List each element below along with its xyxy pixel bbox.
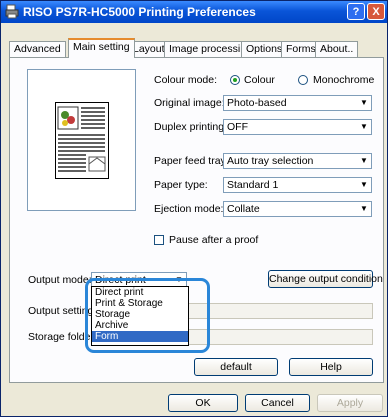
chevron-down-icon: ▼ <box>357 154 371 168</box>
ejection-mode-label: Ejection mode: <box>154 203 224 215</box>
original-image-select[interactable]: Photo-based ▼ <box>223 95 372 111</box>
colour-radio-label: Colour <box>244 74 275 86</box>
apply-button[interactable]: Apply <box>317 394 383 412</box>
monochrome-radio-label: Monochrome <box>313 74 375 86</box>
title-bar: RISO PS7R-HC5000 Printing Preferences ? … <box>1 1 387 23</box>
original-image-label: Original image: <box>154 97 225 109</box>
tab-advanced[interactable]: Advanced <box>9 41 66 57</box>
callout-highlight <box>85 278 210 353</box>
paper-type-select[interactable]: Standard 1 ▼ <box>223 177 372 193</box>
chevron-down-icon: ▼ <box>357 96 371 110</box>
output-setting-label: Output setting <box>28 305 94 317</box>
ok-button[interactable]: OK <box>168 394 238 412</box>
printing-preferences-window: RISO PS7R-HC5000 Printing Preferences ? … <box>0 0 388 417</box>
output-setting-field <box>187 303 373 319</box>
colour-radio[interactable] <box>230 75 240 85</box>
colour-mode-label: Colour mode: <box>154 74 218 86</box>
preview-page <box>55 102 109 179</box>
help-button[interactable]: Help <box>289 358 373 376</box>
default-button[interactable]: default <box>194 358 278 376</box>
ejection-mode-select[interactable]: Collate ▼ <box>223 201 372 217</box>
duplex-printing-select[interactable]: OFF ▼ <box>223 119 372 135</box>
paper-type-label: Paper type: <box>154 179 208 191</box>
cancel-button[interactable]: Cancel <box>245 394 310 412</box>
duplex-printing-label: Duplex printing: <box>154 121 227 133</box>
paper-feed-tray-label: Paper feed tray: <box>154 155 229 167</box>
preview-page-icon <box>57 106 106 172</box>
pause-after-proof-checkbox[interactable] <box>154 235 164 245</box>
chevron-down-icon: ▼ <box>357 178 371 192</box>
storage-folder-label: Storage folde <box>28 331 91 343</box>
pause-after-proof-label: Pause after a proof <box>169 234 259 246</box>
monochrome-radio[interactable] <box>298 75 308 85</box>
chevron-down-icon: ▼ <box>357 202 371 216</box>
window-title: RISO PS7R-HC5000 Printing Preferences <box>23 5 256 19</box>
change-output-condition-button[interactable]: Change output condition <box>268 270 383 288</box>
close-button[interactable]: X <box>367 3 385 20</box>
page-preview <box>27 69 136 211</box>
printer-app-icon <box>5 4 19 19</box>
paper-feed-tray-select[interactable]: Auto tray selection ▼ <box>223 153 372 169</box>
tab-about[interactable]: About.. <box>315 41 359 57</box>
tab-main-setting[interactable]: Main setting <box>68 38 135 58</box>
output-mode-label: Output mode: <box>28 274 92 286</box>
chevron-down-icon: ▼ <box>357 120 371 134</box>
help-title-button[interactable]: ? <box>347 3 365 20</box>
storage-folder-field <box>187 329 373 345</box>
